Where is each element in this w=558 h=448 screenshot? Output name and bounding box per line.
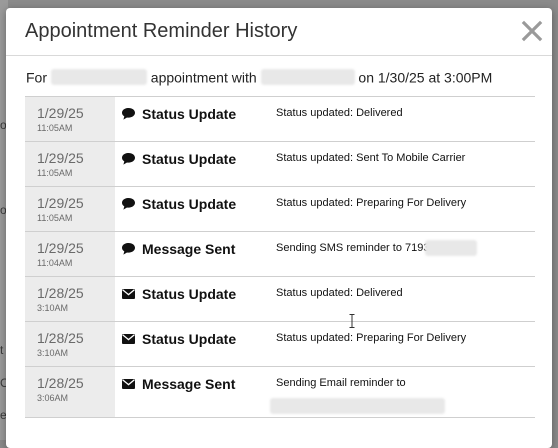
event-detail: Status updated: Delivered (276, 287, 403, 299)
row-time: 3:10AM (37, 303, 69, 313)
event-type: Status Update (121, 150, 236, 168)
reminder-history-dialog: Appointment Reminder History For appoint… (6, 8, 552, 448)
event-type: Status Update (121, 105, 236, 123)
event-type-label: Message Sent (142, 375, 236, 392)
date-cell: 1/29/25 11:05AM (25, 97, 115, 141)
event-type-label: Status Update (142, 195, 237, 212)
chat-bubble-icon (121, 197, 136, 211)
row-time: 11:05AM (37, 168, 73, 178)
dialog-header: Appointment Reminder History (6, 8, 552, 56)
intro-middle: appointment with (150, 69, 257, 86)
history-table: 1/29/25 11:05AM Status Update Status update… (25, 96, 535, 418)
event-type-label: Message Sent (142, 240, 236, 257)
chat-bubble-icon (121, 107, 136, 121)
row-date: 1/28/25 (37, 330, 84, 346)
row-date: 1/29/25 (37, 240, 84, 256)
text-cursor-icon (349, 314, 355, 328)
event-type: Status Update (121, 285, 236, 303)
event-detail: Status updated: Preparing For Delivery (276, 197, 467, 209)
row-date: 1/29/25 (37, 105, 84, 121)
row-time: 11:05AM (37, 213, 73, 223)
envelope-icon (121, 332, 136, 346)
date-cell: 1/28/25 3:10AM (25, 322, 115, 366)
redacted-provider-name (260, 69, 355, 86)
history-row: 1/29/25 11:05AM Status Update Status update… (25, 142, 535, 187)
row-date: 1/28/25 (37, 285, 84, 301)
redacted-patient-name (50, 69, 147, 86)
redacted-email-address (270, 398, 445, 414)
event-type: Status Update (121, 195, 236, 213)
row-date: 1/29/25 (37, 150, 84, 166)
event-type: Message Sent (121, 240, 235, 258)
event-detail: Status updated: Delivered (276, 107, 403, 119)
intro-prefix: For (26, 69, 47, 86)
history-row: 1/29/25 11:05AM Status Update Status update… (25, 187, 535, 232)
close-button[interactable] (520, 19, 544, 43)
row-date: 1/28/25 (37, 375, 84, 391)
redacted-phone-digits (425, 240, 477, 256)
history-row: 1/28/25 3:06AM Message Sent Sending Email r… (25, 367, 535, 418)
row-time: 11:04AM (37, 258, 73, 268)
event-detail: Status updated: Sent To Mobile Carrier (276, 152, 466, 164)
chat-bubble-icon (121, 152, 136, 166)
row-time: 11:05AM (37, 123, 73, 133)
history-row: 1/28/25 3:10AM Status Update Status updated… (25, 277, 535, 322)
date-cell: 1/28/25 3:06AM (25, 367, 115, 417)
date-cell: 1/29/25 11:05AM (25, 187, 115, 231)
envelope-icon (121, 377, 136, 391)
date-cell: 1/29/25 11:05AM (25, 142, 115, 186)
dialog-title: Appointment Reminder History (25, 20, 298, 42)
event-type: Status Update (121, 330, 236, 348)
history-row: 1/28/25 3:10AM Status Update Status updated… (25, 322, 535, 367)
date-cell: 1/29/25 11:04AM (25, 232, 115, 276)
event-type-label: Status Update (142, 330, 237, 347)
event-detail: Sending SMS reminder to 7193 (276, 242, 430, 254)
envelope-icon (121, 287, 136, 301)
chat-bubble-icon (121, 242, 136, 256)
intro-suffix: on 1/30/25 at 3:00PM (358, 69, 493, 86)
history-row: 1/29/25 11:04AM Message Sent Sending SMS re… (25, 232, 535, 277)
event-type-label: Status Update (142, 285, 237, 302)
event-detail: Sending Email reminder to (276, 377, 406, 389)
date-cell: 1/28/25 3:10AM (25, 277, 115, 321)
row-time: 3:06AM (37, 393, 69, 403)
event-type-label: Status Update (142, 105, 237, 122)
row-time: 3:10AM (37, 348, 69, 358)
close-icon (521, 20, 543, 42)
row-date: 1/29/25 (37, 195, 84, 211)
event-detail: Status updated: Preparing For Delivery (276, 332, 467, 344)
event-type: Message Sent (121, 375, 235, 393)
history-row: 1/29/25 11:05AM Status Update Status update… (25, 97, 535, 142)
event-type-label: Status Update (142, 150, 237, 167)
appointment-summary: For appointment with on 1/30/25 at 3:00P… (26, 68, 536, 86)
